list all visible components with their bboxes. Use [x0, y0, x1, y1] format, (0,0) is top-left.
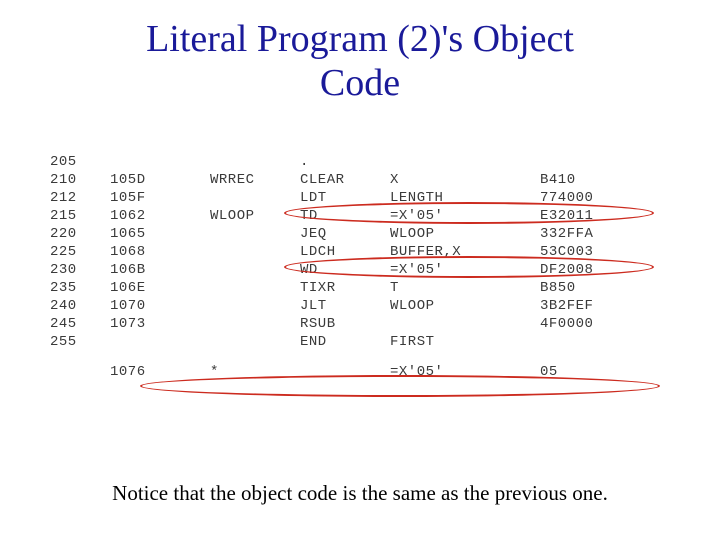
- col-line: 210: [50, 172, 110, 188]
- title-line-1: Literal Program (2)'s Object: [146, 18, 574, 60]
- col-addr: 1068: [110, 244, 210, 260]
- col-arg: WLOOP: [390, 226, 540, 242]
- col-label: *: [210, 364, 300, 380]
- col-arg: =X'05': [390, 208, 540, 224]
- col-opcode: LDCH: [300, 244, 390, 260]
- col-opcode: END: [300, 334, 390, 350]
- col-object: 774000: [540, 190, 690, 206]
- col-line: 245: [50, 316, 110, 332]
- col-object: 53C003: [540, 244, 690, 260]
- col-arg: FIRST: [390, 334, 540, 350]
- table-row: 220 1065 JEQ WLOOP 332FFA: [50, 225, 690, 243]
- col-addr: 105D: [110, 172, 210, 188]
- col-addr: 1076: [110, 364, 210, 380]
- table-row: 240 1070 JLT WLOOP 3B2FEF: [50, 297, 690, 315]
- col-opcode: TD: [300, 208, 390, 224]
- col-opcode: JEQ: [300, 226, 390, 242]
- col-line: 212: [50, 190, 110, 206]
- col-opcode: TIXR: [300, 280, 390, 296]
- col-arg: WLOOP: [390, 298, 540, 314]
- col-opcode: CLEAR: [300, 172, 390, 188]
- col-object: B850: [540, 280, 690, 296]
- table-row: 245 1073 RSUB 4F0000: [50, 315, 690, 333]
- col-arg: LENGTH: [390, 190, 540, 206]
- col-line: 230: [50, 262, 110, 278]
- col-arg: T: [390, 280, 540, 296]
- col-object: 4F0000: [540, 316, 690, 332]
- table-row: 215 1062 WLOOP TD =X'05' E32011: [50, 207, 690, 225]
- col-line: 240: [50, 298, 110, 314]
- col-opcode: JLT: [300, 298, 390, 314]
- col-object: E32011: [540, 208, 690, 224]
- col-arg: BUFFER,X: [390, 244, 540, 260]
- col-object: 05: [540, 364, 690, 380]
- caption-text: Notice that the object code is the same …: [0, 481, 720, 506]
- col-line: 205: [50, 154, 110, 170]
- col-addr: 105F: [110, 190, 210, 206]
- col-addr: 1070: [110, 298, 210, 314]
- table-row: 1076 * =X'05' 05: [50, 363, 690, 381]
- table-row: 225 1068 LDCH BUFFER,X 53C003: [50, 243, 690, 261]
- table-row: 210 105D WRREC CLEAR X B410: [50, 171, 690, 189]
- col-arg: =X'05': [390, 364, 540, 380]
- table-row: 235 106E TIXR T B850: [50, 279, 690, 297]
- table-row: 212 105F LDT LENGTH 774000: [50, 189, 690, 207]
- col-addr: 106B: [110, 262, 210, 278]
- col-label: WLOOP: [210, 208, 300, 224]
- col-addr: 1073: [110, 316, 210, 332]
- col-arg: X: [390, 172, 540, 188]
- slide-title: Literal Program (2)'s Object Code: [0, 18, 720, 105]
- table-row: 230 106B WD =X'05' DF2008: [50, 261, 690, 279]
- title-line-2: Code: [320, 62, 400, 104]
- col-line: 235: [50, 280, 110, 296]
- col-addr: 106E: [110, 280, 210, 296]
- col-opcode: WD: [300, 262, 390, 278]
- col-object: 3B2FEF: [540, 298, 690, 314]
- col-opcode: RSUB: [300, 316, 390, 332]
- col-line: 255: [50, 334, 110, 350]
- col-addr: 1065: [110, 226, 210, 242]
- col-object: 332FFA: [540, 226, 690, 242]
- col-object: DF2008: [540, 262, 690, 278]
- table-row: 205 .: [50, 153, 690, 171]
- col-arg: =X'05': [390, 262, 540, 278]
- col-opcode: .: [300, 154, 390, 170]
- col-opcode: LDT: [300, 190, 390, 206]
- table-row: 255 END FIRST: [50, 333, 690, 351]
- code-listing: 205 . 210 105D WRREC CLEAR X B410 212 10…: [50, 153, 690, 381]
- col-line: 220: [50, 226, 110, 242]
- col-addr: 1062: [110, 208, 210, 224]
- col-object: B410: [540, 172, 690, 188]
- col-label: WRREC: [210, 172, 300, 188]
- col-line: 225: [50, 244, 110, 260]
- col-line: 215: [50, 208, 110, 224]
